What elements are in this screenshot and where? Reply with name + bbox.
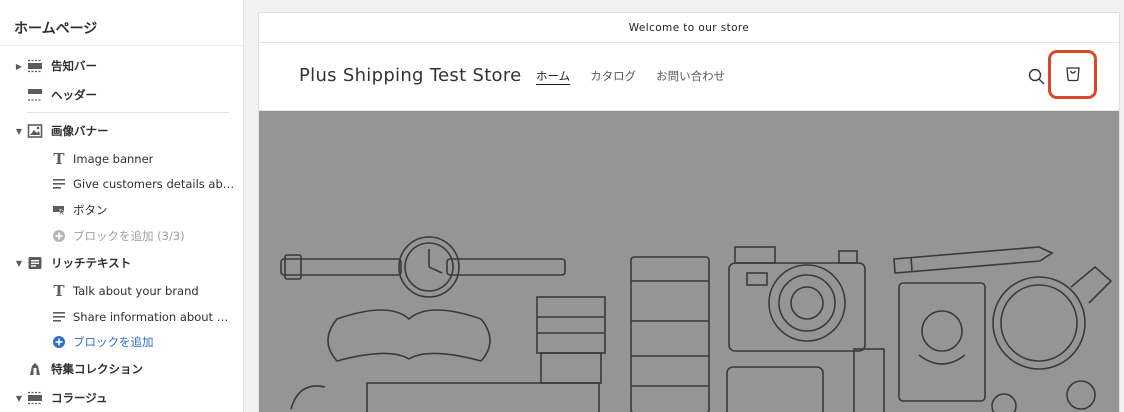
sidebar-item-label: 告知バー [51, 59, 97, 73]
sidebar-item-label: リッチテキスト [51, 256, 132, 270]
image-icon [27, 123, 43, 139]
add-block-button[interactable]: ブロックを追加 [0, 330, 243, 354]
add-block-label: ブロックを追加 [73, 335, 154, 349]
banner-illustration [280, 236, 1113, 412]
announcement-text: Welcome to our store [628, 21, 750, 34]
block-item-label: Image banner [73, 152, 154, 166]
block-item-label: Give customers details about the banner … [73, 177, 235, 191]
sidebar-item-image-banner[interactable]: ▼ 画像バナー [0, 119, 243, 143]
text-icon: T [53, 282, 65, 300]
sidebar-item-header[interactable]: ヘッダー [0, 83, 243, 107]
sidebar-item-label: コラージュ [51, 391, 108, 405]
main-nav: ホーム カタログ お問い合わせ [536, 68, 725, 84]
block-item-text[interactable]: Give customers details about the banner … [0, 172, 243, 196]
section-icon [27, 390, 43, 406]
divider [27, 112, 229, 113]
add-block-button: ブロックを追加 (3/3) [0, 224, 243, 248]
sidebar-item-rich-text[interactable]: ▼ リッチテキスト [0, 251, 243, 275]
search-icon[interactable] [1027, 67, 1047, 87]
block-item-label: Share information about your brand with … [73, 310, 235, 324]
text-icon: T [53, 150, 65, 168]
sidebar: ホームページ ▶ 告知バー ヘッダー ▼ 画像バナー T Image banne… [0, 0, 244, 412]
image-banner[interactable] [259, 111, 1119, 412]
block-item-heading[interactable]: T Talk about your brand [0, 279, 243, 303]
paragraph-icon [51, 309, 67, 325]
cart-button[interactable] [1048, 50, 1097, 99]
page-title: ホームページ [0, 0, 243, 46]
block-item-label: Talk about your brand [73, 284, 199, 298]
sidebar-item-label: 特集コレクション [51, 362, 143, 376]
cart-icon [1063, 63, 1083, 87]
store-name[interactable]: Plus Shipping Test Store [299, 65, 522, 86]
sidebar-item-label: 画像バナー [51, 124, 109, 138]
button-icon [51, 202, 67, 218]
chevron-right-icon[interactable]: ▶ [15, 62, 23, 71]
sidebar-item-announcement-bar[interactable]: ▶ 告知バー [0, 54, 243, 78]
add-block-label: ブロックを追加 (3/3) [73, 229, 185, 243]
chevron-down-icon[interactable]: ▼ [15, 259, 23, 268]
storefront-preview: Welcome to our store Plus Shipping Test … [258, 12, 1120, 412]
chevron-down-icon[interactable]: ▼ [15, 127, 23, 136]
store-header[interactable]: Plus Shipping Test Store ホーム カタログ お問い合わせ [259, 43, 1119, 111]
announcement-bar[interactable]: Welcome to our store [259, 13, 1119, 43]
add-circle-icon [51, 228, 67, 244]
block-item-button[interactable]: ボタン [0, 198, 243, 222]
paragraph-icon [51, 176, 67, 192]
block-item-label: ボタン [73, 203, 108, 217]
rich-text-icon [27, 255, 43, 271]
chevron-down-icon[interactable]: ▼ [15, 394, 23, 403]
header-icon [27, 87, 43, 103]
nav-item-home[interactable]: ホーム [536, 68, 570, 84]
sidebar-item-collage[interactable]: ▼ コラージュ [0, 386, 243, 410]
nav-item-catalog[interactable]: カタログ [590, 68, 636, 84]
section-icon [27, 58, 43, 74]
collection-icon [27, 361, 43, 377]
sidebar-item-label: ヘッダー [51, 88, 97, 102]
sidebar-item-featured-collection[interactable]: 特集コレクション [0, 357, 243, 381]
block-item-text[interactable]: Share information about your brand with … [0, 305, 243, 329]
add-circle-icon [51, 334, 67, 350]
block-item-heading[interactable]: T Image banner [0, 147, 243, 171]
nav-item-contact[interactable]: お問い合わせ [656, 68, 725, 84]
